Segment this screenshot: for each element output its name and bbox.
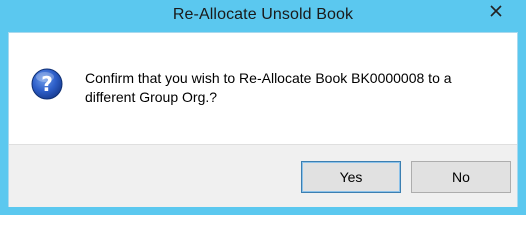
dialog-window: Re-Allocate Unsold Book ? Confirm that y… [0, 0, 526, 215]
no-button[interactable]: No [411, 161, 511, 193]
svg-text:?: ? [41, 72, 53, 96]
title-bar[interactable]: Re-Allocate Unsold Book [0, 0, 526, 32]
close-button[interactable] [473, 0, 518, 22]
button-area: Yes No [9, 144, 517, 207]
close-icon [489, 5, 502, 17]
question-icon: ? [31, 68, 63, 100]
yes-button[interactable]: Yes [301, 161, 401, 193]
message-area: ? Confirm that you wish to Re-Allocate B… [9, 33, 517, 144]
dialog-client-area: ? Confirm that you wish to Re-Allocate B… [8, 32, 518, 207]
dialog-message: Confirm that you wish to Re-Allocate Boo… [85, 70, 452, 105]
window-title: Re-Allocate Unsold Book [172, 6, 354, 23]
